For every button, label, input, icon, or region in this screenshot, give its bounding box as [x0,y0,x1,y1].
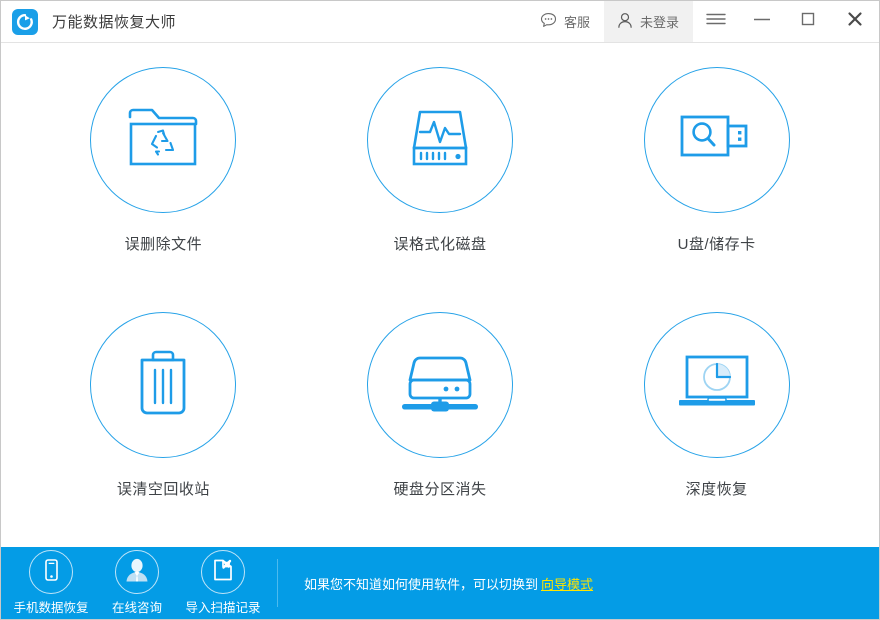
feature-deleted-files-circle[interactable] [90,67,237,213]
menu-button[interactable] [693,1,739,42]
feature-formatted-disk-circle[interactable] [366,67,513,213]
bottom-bar: 手机数据恢复 在线咨询 导入扫描记录 如果您不知道如何使用软件，可以切换到 向导… [1,547,879,619]
customer-service-button[interactable]: 客服 [527,1,604,42]
login-button[interactable]: 未登录 [603,1,693,42]
bottom-tool-import-scan-label: 导入扫描记录 [185,601,261,615]
feature-lost-partition-label: 硬盘分区消失 [393,481,487,498]
minimize-button[interactable] [739,1,785,42]
bottom-tool-import-scan[interactable]: 导入扫描记录 [186,550,261,616]
feature-deep-scan[interactable]: 深度恢复 [578,302,855,547]
title-bar-right: 客服 未登录 [527,1,879,42]
wizard-hint-text: 如果您不知道如何使用软件，可以切换到 [304,576,539,592]
title-bar: 万能数据恢复大师 客服 未登录 [1,1,879,43]
feature-deep-scan-label: 深度恢复 [685,481,748,498]
app-window: 万能数据恢复大师 客服 未登录 误删除文件 误格式化磁盘 U盘/储存卡 误清空回… [0,0,880,620]
maximize-icon [799,10,817,33]
close-icon [845,9,865,34]
minimize-icon [751,12,773,31]
wizard-hint: 如果您不知道如何使用软件，可以切换到 向导模式 [278,547,879,619]
bottom-tool-mobile-recovery[interactable]: 手机数据恢复 [14,550,89,616]
close-button[interactable] [831,1,879,42]
bottom-tool-online-consult-label: 在线咨询 [111,601,162,615]
mobile-phone-icon [39,557,63,588]
login-label: 未登录 [639,15,679,30]
usb-search-icon [678,110,756,171]
person-avatar-icon [122,555,152,590]
feature-usb-card-circle[interactable] [643,67,790,213]
feature-formatted-disk-label: 误格式化磁盘 [393,236,487,253]
external-drive-icon [398,350,482,421]
folder-recycle-icon [126,105,200,176]
feature-usb-card[interactable]: U盘/储存卡 [578,57,855,302]
app-logo-icon [12,8,38,35]
feature-deleted-files[interactable]: 误删除文件 [25,57,302,302]
chat-bubble-icon [539,11,558,33]
feature-deep-scan-circle[interactable] [643,312,790,458]
user-icon [616,11,634,33]
bottom-tool-mobile-recovery-label: 手机数据恢复 [13,601,89,615]
feature-lost-partition-circle[interactable] [366,312,513,458]
customer-service-label: 客服 [563,15,590,30]
feature-recycle-bin-circle[interactable] [90,312,237,458]
bottom-tool-import-scan-circle[interactable] [201,550,245,594]
maximize-button[interactable] [785,1,831,42]
bottom-tool-mobile-recovery-circle[interactable] [29,550,73,594]
bottom-tool-online-consult-circle[interactable] [115,550,159,594]
feature-recycle-bin-label: 误清空回收站 [116,481,210,498]
feature-recycle-bin[interactable]: 误清空回收站 [25,302,302,547]
feature-lost-partition[interactable]: 硬盘分区消失 [302,302,579,547]
feature-usb-card-label: U盘/储存卡 [677,236,756,253]
trash-bin-icon [134,348,192,423]
import-document-icon [210,557,236,588]
laptop-scan-icon [675,352,759,419]
feature-deleted-files-label: 误删除文件 [124,236,203,253]
feature-grid: 误删除文件 误格式化磁盘 U盘/储存卡 误清空回收站 硬盘分区消失 深度恢复 [1,43,879,547]
wizard-mode-link[interactable]: 向导模式 [541,574,593,593]
title-bar-left: 万能数据恢复大师 [1,1,527,42]
app-title: 万能数据恢复大师 [52,14,177,31]
bottom-bar-tools: 手机数据恢复 在线咨询 导入扫描记录 [1,547,261,619]
hamburger-menu-icon [704,10,728,33]
harddisk-pulse-icon [404,104,476,177]
bottom-tool-online-consult[interactable]: 在线咨询 [109,550,165,616]
feature-formatted-disk[interactable]: 误格式化磁盘 [302,57,579,302]
